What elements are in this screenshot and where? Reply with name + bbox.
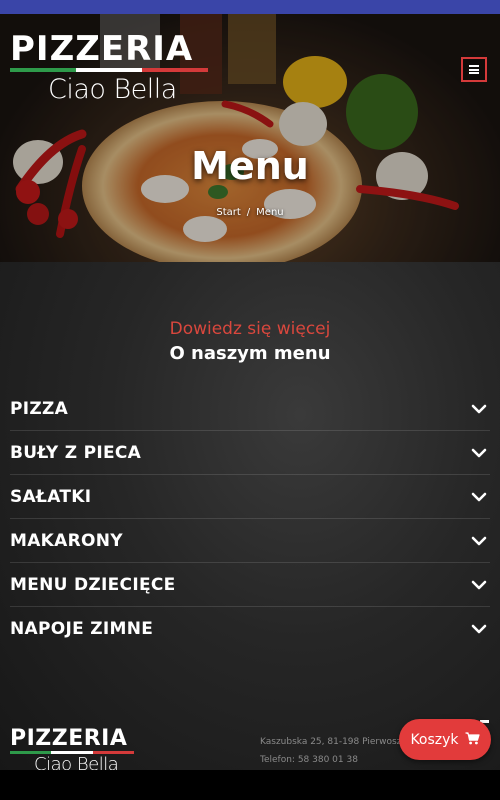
footer-contact: Kaszubska 25, 81-198 Pierwoszyno Telefon…	[260, 733, 400, 769]
accordion-item-label: PIZZA	[10, 398, 69, 419]
chevron-down-icon	[470, 576, 488, 594]
hamburger-icon	[469, 65, 479, 74]
cart-button[interactable]: Koszyk	[399, 719, 491, 760]
accordion-item-label: NAPOJE ZIMNE	[10, 619, 154, 639]
accordion-item-makarony[interactable]: MAKARONY	[10, 519, 490, 563]
accordion-item-label: MAKARONY	[10, 530, 123, 551]
breadcrumb: Start / Menu	[0, 207, 500, 218]
accordion-item-label: BUŁY Z PIECA	[10, 442, 142, 463]
menu-section: Dowiedz się więcej O naszym menu PIZZA B…	[0, 262, 500, 770]
accordion-item-buly-z-pieca[interactable]: BUŁY Z PIECA	[10, 431, 490, 475]
hero-banner: PIZZERIA Ciao Bella Menu Start / Menu	[0, 14, 500, 262]
menu-toggle-button[interactable]	[461, 57, 487, 82]
section-subtitle: Dowiedz się więcej	[169, 319, 331, 339]
breadcrumb-current: Menu	[256, 207, 284, 218]
breadcrumb-home-link[interactable]: Start	[216, 207, 240, 218]
breadcrumb-separator: /	[246, 207, 251, 218]
footer-logo[interactable]: PIZZERIA Ciao Bella	[10, 728, 140, 775]
footer-logo-name-top: PIZZERIA	[10, 726, 128, 751]
accordion-item-label: MENU DZIECIĘCE	[10, 574, 176, 595]
accordion-item-pizza[interactable]: PIZZA	[10, 387, 490, 431]
accordion-item-menu-dzieciece[interactable]: MENU DZIECIĘCE	[10, 563, 490, 607]
system-navigation-bar	[0, 770, 500, 800]
status-bar	[0, 0, 500, 14]
chevron-down-icon	[470, 400, 488, 418]
accordion-item-napoje-zimne[interactable]: NAPOJE ZIMNE	[10, 607, 490, 651]
footer-phone[interactable]: Telefon: 58 380 01 38	[260, 751, 400, 769]
page-title: Menu	[191, 144, 309, 188]
logo-flag-stripe	[10, 68, 208, 72]
chevron-down-icon	[470, 620, 488, 638]
logo-name-top: PIZZERIA	[10, 29, 194, 69]
accordion-item-salatki[interactable]: SAŁATKI	[10, 475, 490, 519]
cart-button-label: Koszyk	[410, 731, 459, 748]
brand-logo[interactable]: PIZZERIA Ciao Bella	[10, 32, 210, 105]
chevron-down-icon	[470, 444, 488, 462]
chevron-down-icon	[470, 532, 488, 550]
logo-name-bottom: Ciao Bella	[48, 74, 177, 105]
accordion-item-label: SAŁATKI	[10, 486, 92, 507]
cart-icon	[465, 730, 480, 749]
section-title: O naszym menu	[169, 343, 331, 364]
chevron-down-icon	[470, 488, 488, 506]
footer-address: Kaszubska 25, 81-198 Pierwoszyno	[260, 737, 400, 747]
